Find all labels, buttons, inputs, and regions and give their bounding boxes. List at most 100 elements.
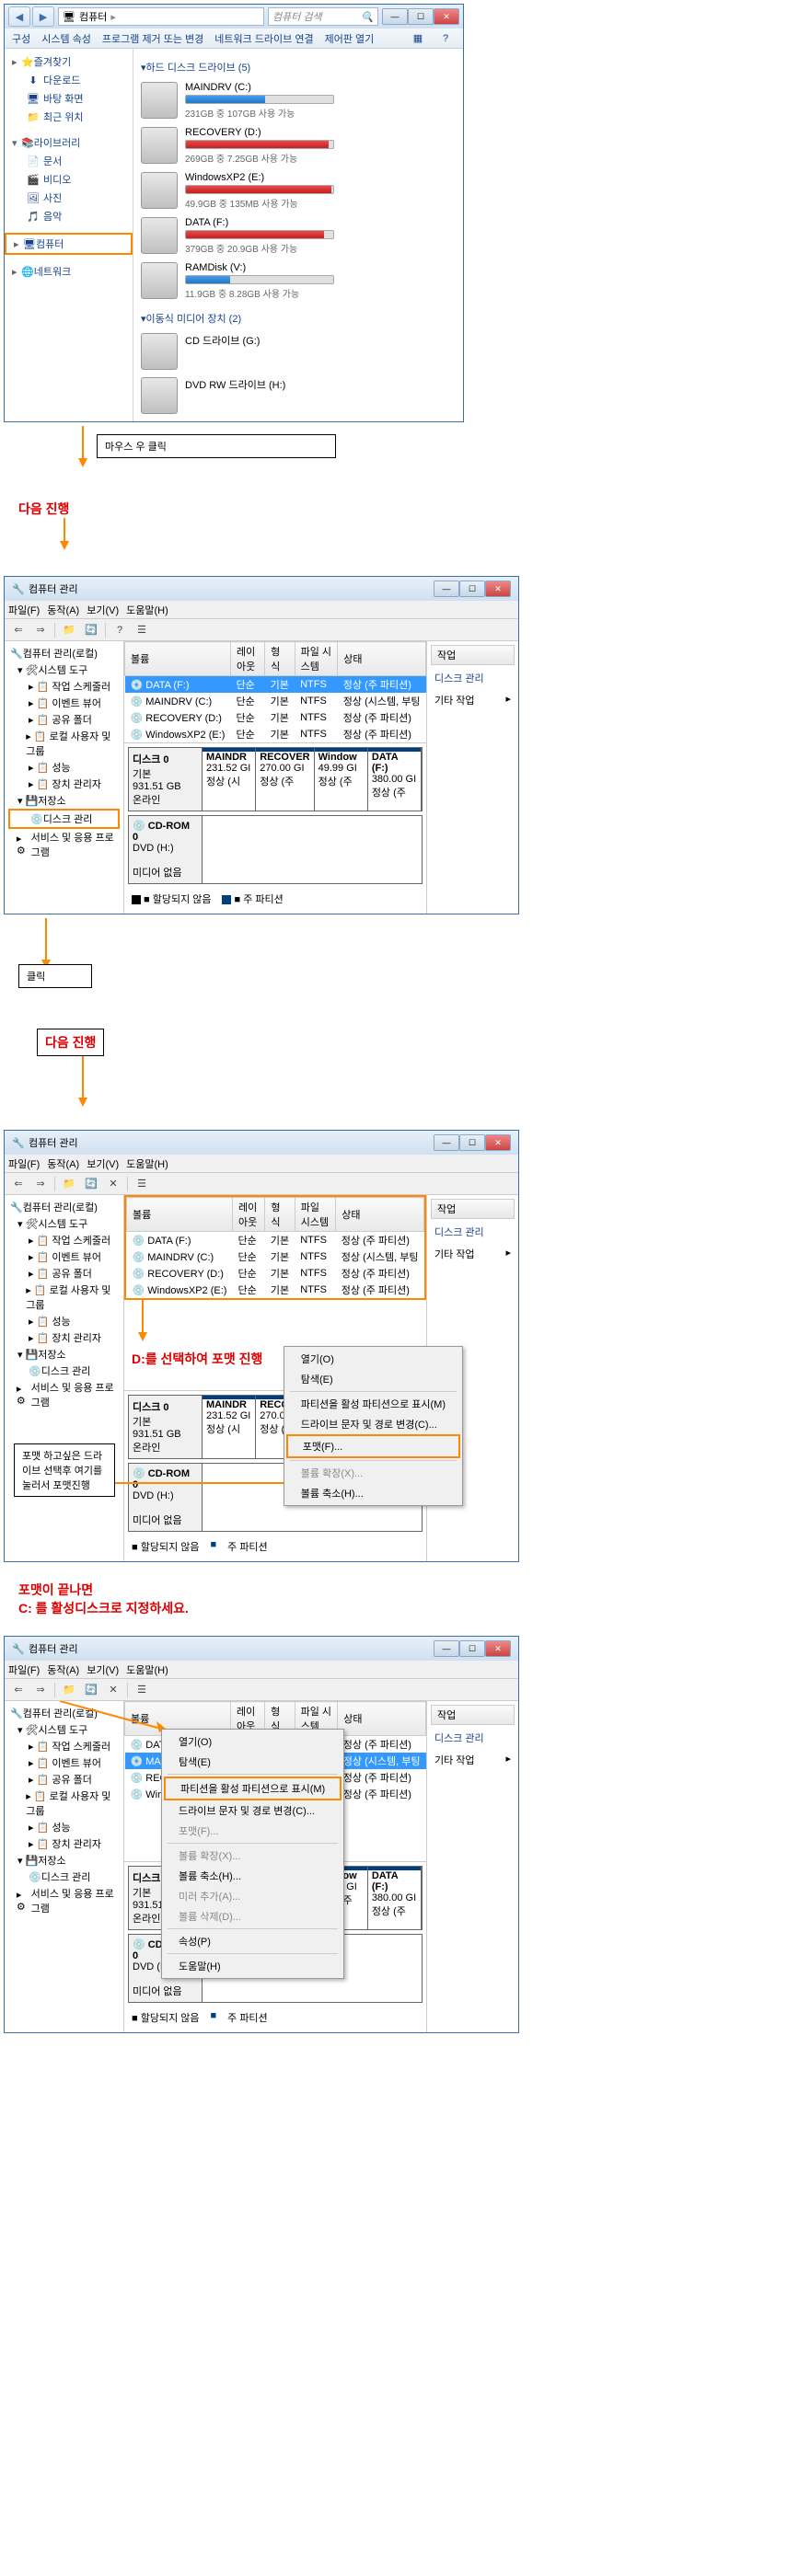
tree-item[interactable]: ▸ 📋 이벤트 뷰어: [8, 695, 120, 711]
disk-partition[interactable]: DATA (F:)380.00 GI정상 (주: [368, 748, 422, 811]
tree-item[interactable]: ▸ 📋 장치 관리자: [8, 776, 120, 792]
tb-up-button[interactable]: 📁: [59, 621, 79, 639]
sidebar-network[interactable]: ▸🌐 네트워크: [5, 262, 133, 281]
menu-action[interactable]: 동작(A): [47, 1156, 79, 1171]
volume-row[interactable]: 💿 RECOVERY (D:)단순기본NTFS정상 (주 파티션): [127, 1265, 424, 1282]
tree-diskmgmt[interactable]: 💿 디스크 관리: [8, 1363, 120, 1379]
tree-item[interactable]: ▸ 📋 로컬 사용자 및 그룹: [8, 1282, 120, 1313]
tree-item[interactable]: ▸ 📋 장치 관리자: [8, 1329, 120, 1346]
tree-item[interactable]: ▸ 📋 공유 폴더: [8, 711, 120, 728]
tb-list-button[interactable]: ☰: [132, 1175, 152, 1193]
tree-services[interactable]: ▸ ⚙ 서비스 및 응용 프로그램: [8, 829, 120, 860]
removable-item[interactable]: DVD RW 드라이브 (H:): [141, 377, 334, 414]
tree-item[interactable]: ▸ 📋 로컬 사용자 및 그룹: [8, 1788, 120, 1819]
tree-item[interactable]: ▸ 📋 작업 스케줄러: [8, 1738, 120, 1754]
tb-back-button[interactable]: ⇐: [8, 1681, 29, 1699]
help-icon[interactable]: ?: [439, 32, 452, 45]
ctx-extend[interactable]: 볼륨 확장(X)...: [164, 1846, 342, 1866]
ctx-help[interactable]: 도움말(H): [164, 1956, 342, 1976]
tb-list-button[interactable]: ☰: [132, 621, 152, 639]
column-header[interactable]: 상태: [336, 1198, 424, 1232]
sidebar-item-pictures[interactable]: 🖼사진: [5, 189, 133, 207]
maximize-button[interactable]: ☐: [459, 581, 485, 597]
menu-mapdrive[interactable]: 네트워크 드라이브 연결: [214, 31, 313, 46]
menu-organize[interactable]: 구성: [12, 31, 30, 46]
sidebar-libraries[interactable]: ▾📚 라이브러리: [5, 133, 133, 152]
ctx-shrink[interactable]: 볼륨 축소(H)...: [164, 1866, 342, 1886]
close-button[interactable]: ✕: [485, 1640, 511, 1657]
tb-fwd-button[interactable]: ⇒: [30, 1175, 51, 1193]
volume-row[interactable]: 💿 DATA (F:)단순기본NTFS정상 (주 파티션): [127, 1232, 424, 1249]
actions-diskmgmt[interactable]: 디스크 관리: [431, 667, 515, 689]
column-header[interactable]: 볼륨: [127, 1198, 233, 1232]
drive-item[interactable]: RAMDisk (V:) 11.9GB 중 8.28GB 사용 가능: [141, 262, 334, 300]
disk-0-row[interactable]: 디스크 0 기본 931.51 GB 온라인 MAINDR231.52 GI정상…: [128, 747, 423, 811]
ctx-extend[interactable]: 볼륨 확장(X)...: [286, 1463, 460, 1483]
ctx-active[interactable]: 파티션을 활성 파티션으로 표시(M): [164, 1777, 342, 1800]
sidebar-item-videos[interactable]: 🎬비디오: [5, 170, 133, 189]
tree-item[interactable]: ▸ 📋 이벤트 뷰어: [8, 1754, 120, 1771]
tb-help-button[interactable]: ?: [110, 621, 130, 639]
ctx-active[interactable]: 파티션을 활성 파티션으로 표시(M): [286, 1394, 460, 1414]
column-header[interactable]: 레이아웃: [230, 642, 264, 676]
volume-row[interactable]: 💿 DATA (F:)단순기본NTFS정상 (주 파티션): [125, 676, 426, 694]
maximize-button[interactable]: ☐: [459, 1640, 485, 1657]
sidebar-item-documents[interactable]: 📄문서: [5, 152, 133, 170]
column-header[interactable]: 파일 시스템: [295, 642, 338, 676]
tb-back-button[interactable]: ⇐: [8, 621, 29, 639]
actions-other[interactable]: 기타 작업 ▸: [431, 689, 515, 711]
tb-refresh-button[interactable]: 🔄: [81, 1175, 101, 1193]
tree-root[interactable]: 🔧 컴퓨터 관리(로컬): [8, 645, 120, 661]
menu-action[interactable]: 동작(A): [47, 603, 79, 617]
actions-diskmgmt[interactable]: 디스크 관리: [431, 1221, 515, 1243]
maximize-button[interactable]: ☐: [408, 8, 434, 25]
tree-item[interactable]: ▸ 📋 장치 관리자: [8, 1835, 120, 1852]
sidebar-item-recent[interactable]: 📁최근 위치: [5, 108, 133, 126]
tb-up-button[interactable]: 📁: [59, 1681, 79, 1699]
tree-item[interactable]: ▸ 📋 공유 폴더: [8, 1771, 120, 1788]
tb-refresh-button[interactable]: 🔄: [81, 621, 101, 639]
tree-item[interactable]: ▸ 📋 로컬 사용자 및 그룹: [8, 728, 120, 759]
menu-properties[interactable]: 시스템 속성: [41, 31, 91, 46]
disk-partition[interactable]: Window49.99 GI정상 (주: [315, 748, 368, 811]
menu-file[interactable]: 파일(F): [8, 1662, 40, 1677]
column-header[interactable]: 볼륨: [125, 642, 231, 676]
ctx-properties[interactable]: 속성(P): [164, 1931, 342, 1951]
sidebar-item-downloads[interactable]: ⬇다운로드: [5, 71, 133, 89]
volume-row[interactable]: 💿 MAINDRV (C:)단순기본NTFS정상 (시스템, 부팅: [125, 693, 426, 709]
maximize-button[interactable]: ☐: [459, 1134, 485, 1151]
tree-services[interactable]: ▸ ⚙ 서비스 및 응용 프로그램: [8, 1885, 120, 1916]
tree-item[interactable]: ▸ 📋 성능: [8, 1313, 120, 1329]
ctx-explore[interactable]: 탐색(E): [164, 1752, 342, 1772]
sidebar-item-desktop[interactable]: 🖥바탕 화면: [5, 89, 133, 108]
ctx-mirror[interactable]: 미러 추가(A)...: [164, 1886, 342, 1906]
tree-storage[interactable]: ▾ 💾 저장소: [8, 1852, 120, 1869]
menu-view[interactable]: 보기(V): [87, 1662, 119, 1677]
ctx-open[interactable]: 열기(O): [286, 1349, 460, 1369]
disk-partition[interactable]: MAINDR231.52 GI정상 (시: [203, 1396, 256, 1458]
removable-item[interactable]: CD 드라이브 (G:): [141, 333, 334, 370]
close-button[interactable]: ✕: [434, 8, 459, 25]
tb-refresh-button[interactable]: 🔄: [81, 1681, 101, 1699]
menu-file[interactable]: 파일(F): [8, 1156, 40, 1171]
tb-list-button[interactable]: ☰: [132, 1681, 152, 1699]
column-header[interactable]: 레이아웃: [232, 1198, 264, 1232]
volume-row[interactable]: 💿 WindowsXP2 (E:)단순기본NTFS정상 (주 파티션): [125, 726, 426, 742]
drive-item[interactable]: MAINDRV (C:) 231GB 중 107GB 사용 가능: [141, 82, 334, 120]
tree-item[interactable]: ▸ 📋 이벤트 뷰어: [8, 1248, 120, 1265]
ctx-delete[interactable]: 볼륨 삭제(D)...: [164, 1906, 342, 1926]
address-bar[interactable]: 🖥 컴퓨터 ▸: [58, 7, 264, 26]
drive-item[interactable]: WindowsXP2 (E:) 49.9GB 중 135MB 사용 가능: [141, 172, 334, 210]
tree-storage[interactable]: ▾ 💾 저장소: [8, 792, 120, 809]
tree-diskmgmt[interactable]: 💿 디스크 관리: [8, 809, 120, 829]
menu-uninstall[interactable]: 프로그램 제거 또는 변경: [102, 31, 203, 46]
tb-fwd-button[interactable]: ⇒: [30, 621, 51, 639]
tb-up-button[interactable]: 📁: [59, 1175, 79, 1193]
volume-row[interactable]: 💿 WindowsXP2 (E:)단순기본NTFS정상 (주 파티션): [127, 1282, 424, 1298]
cdrom-row[interactable]: 💿 CD-ROM 0 DVD (H:) 미디어 없음: [128, 815, 423, 884]
ctx-format[interactable]: 포맷(F)...: [286, 1434, 460, 1458]
disk-partition[interactable]: RECOVER270.00 GI정상 (주: [256, 748, 314, 811]
ctx-format[interactable]: 포맷(F)...: [164, 1821, 342, 1841]
tree-item[interactable]: ▸ 📋 성능: [8, 1819, 120, 1835]
close-button[interactable]: ✕: [485, 1134, 511, 1151]
